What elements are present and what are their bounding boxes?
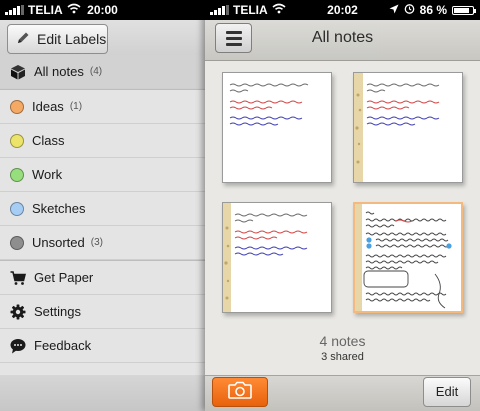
carrier-name: TELIA bbox=[233, 3, 268, 17]
edit-button[interactable]: Edit bbox=[423, 377, 471, 407]
sidebar-item-count: (4) bbox=[89, 66, 103, 77]
sidebar-item-label: Sketches bbox=[32, 201, 86, 216]
alarm-clock-icon bbox=[404, 3, 415, 17]
sidebar-item-label: Get Paper bbox=[34, 270, 94, 285]
sidebar-item-label: Class bbox=[32, 133, 65, 148]
label-color-dot bbox=[10, 167, 24, 182]
status-bar-right: TELIA 20:02 86 % bbox=[205, 0, 480, 20]
label-color-dot bbox=[10, 133, 24, 148]
wifi-icon bbox=[67, 3, 81, 17]
edit-labels-label: Edit Labels bbox=[37, 31, 107, 47]
sidebar-item-label: Ideas bbox=[32, 99, 64, 114]
gear-icon bbox=[10, 304, 26, 320]
note-thumbnail[interactable] bbox=[222, 72, 332, 183]
wifi-icon bbox=[272, 3, 286, 17]
status-bar-left: TELIA 20:00 bbox=[0, 0, 205, 20]
notes-pane: TELIA 20:02 86 % All notes 4 notes 3 sha… bbox=[205, 0, 480, 411]
carrier-name: TELIA bbox=[28, 3, 63, 17]
label-color-dot bbox=[10, 201, 24, 216]
label-color-dot bbox=[10, 99, 24, 114]
sidebar-item-all-notes[interactable]: All notes (4) bbox=[0, 55, 205, 89]
sidebar-item-ideas[interactable]: Ideas (1) bbox=[0, 90, 205, 124]
location-arrow-icon bbox=[389, 3, 399, 17]
notes-grid bbox=[205, 60, 480, 375]
sidebar-item-count: (1) bbox=[69, 101, 83, 112]
sidebar-pane: TELIA 20:00 Edit Labels All notes (4) Id… bbox=[0, 0, 205, 411]
signal-icon bbox=[5, 5, 24, 15]
sidebar-item-settings[interactable]: Settings bbox=[0, 295, 205, 329]
notes-bottom-bar: Edit bbox=[205, 375, 480, 411]
label-color-dot bbox=[10, 235, 24, 250]
sidebar-item-count: (3) bbox=[90, 237, 103, 248]
sidebar-item-unsorted[interactable]: Unsorted (3) bbox=[0, 226, 205, 260]
cart-icon bbox=[10, 270, 26, 286]
sidebar-menu: All notes (4) Ideas (1) Class Work Sketc… bbox=[0, 55, 205, 363]
notes-count: 4 notes bbox=[319, 333, 366, 349]
signal-icon bbox=[210, 5, 229, 15]
note-thumbnail[interactable] bbox=[353, 72, 463, 183]
note-thumbnail[interactable] bbox=[353, 202, 463, 313]
sidebar-item-label: All notes bbox=[34, 64, 84, 79]
sidebar-item-feedback[interactable]: Feedback bbox=[0, 329, 205, 363]
pencil-icon bbox=[16, 31, 30, 48]
sidebar-item-label: Feedback bbox=[34, 338, 92, 353]
camera-button[interactable] bbox=[212, 377, 268, 407]
sidebar-item-label: Settings bbox=[34, 304, 81, 319]
notes-toolbar: All notes bbox=[205, 20, 480, 61]
battery-percent: 86 % bbox=[419, 3, 447, 17]
sidebar-item-work[interactable]: Work bbox=[0, 158, 205, 192]
sidebar-item-get-paper[interactable]: Get Paper bbox=[0, 261, 205, 295]
sidebar-item-class[interactable]: Class bbox=[0, 124, 205, 158]
edit-labels-button[interactable]: Edit Labels bbox=[7, 24, 108, 54]
camera-icon bbox=[228, 381, 252, 404]
sidebar-item-label: Unsorted bbox=[32, 235, 85, 250]
sidebar-item-sketches[interactable]: Sketches bbox=[0, 192, 205, 226]
shared-count: 3 shared bbox=[321, 351, 364, 363]
page-title: All notes bbox=[311, 29, 374, 46]
cube-icon bbox=[10, 64, 26, 80]
note-thumbnail[interactable] bbox=[222, 202, 332, 313]
sidebar-bottom-bar bbox=[0, 375, 205, 411]
chat-bubble-icon bbox=[10, 338, 26, 354]
battery-icon bbox=[452, 5, 476, 15]
sidebar-item-label: Work bbox=[32, 167, 63, 182]
